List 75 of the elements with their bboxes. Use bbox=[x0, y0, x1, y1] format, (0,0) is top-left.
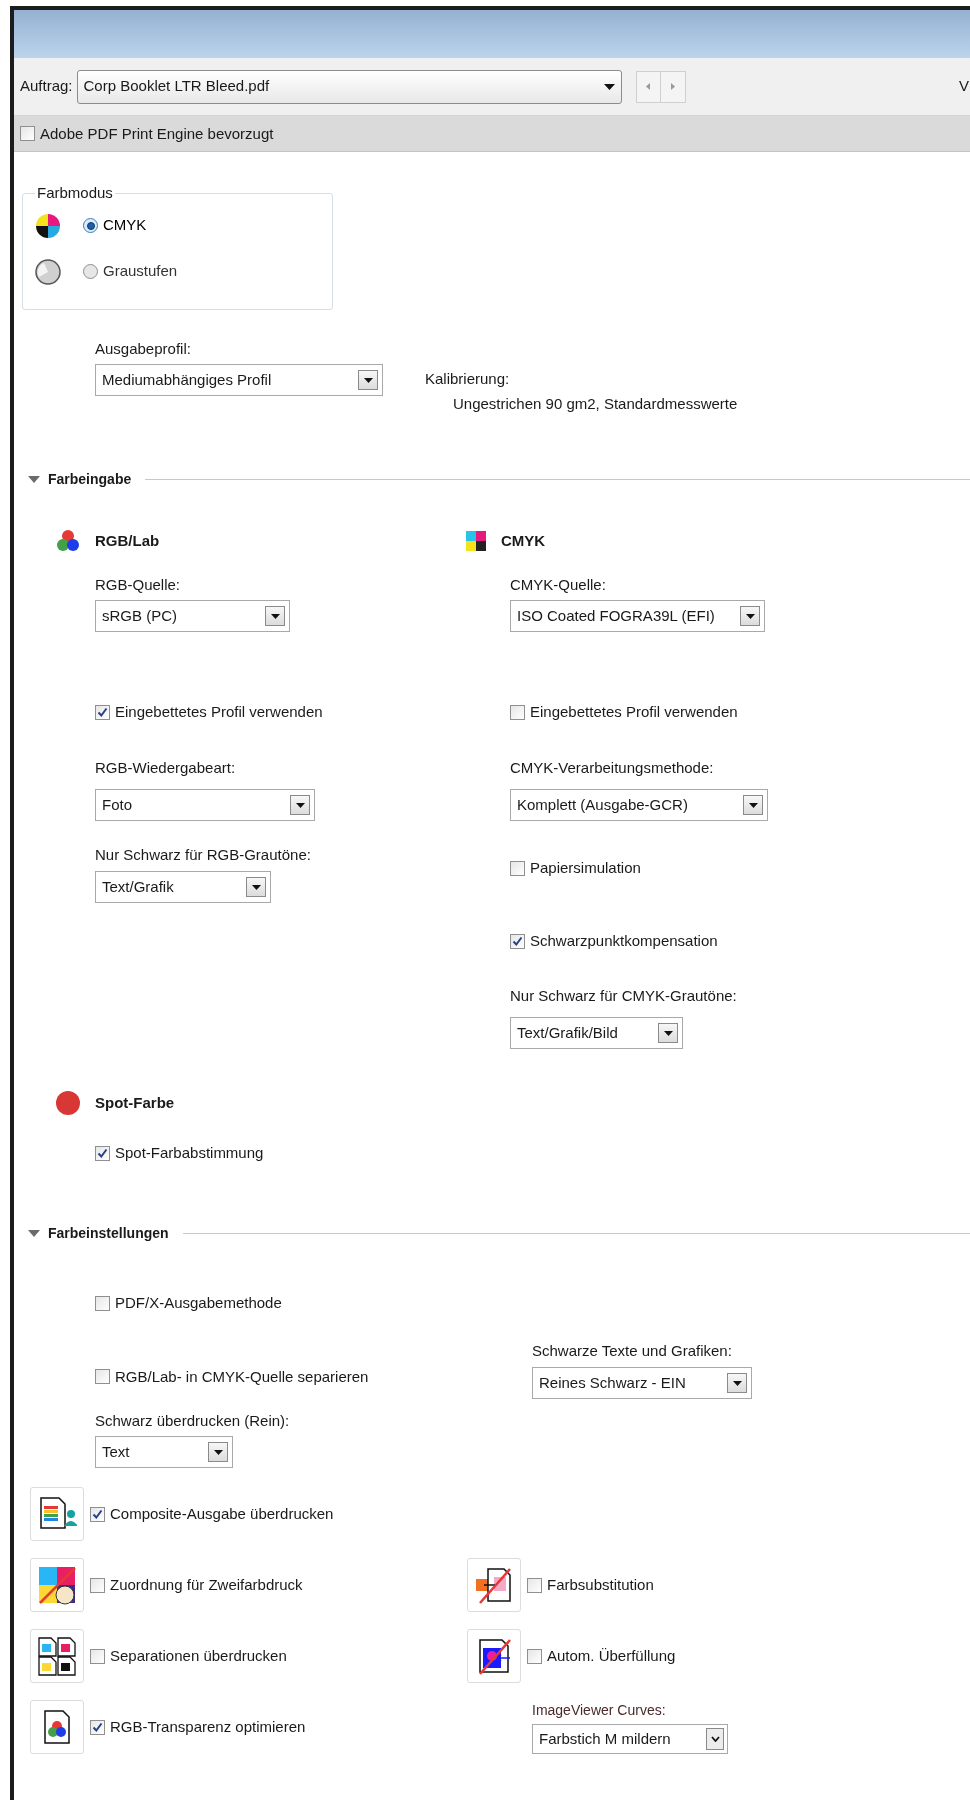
field-label: Nur Schwarz für RGB-Grautöne: bbox=[95, 845, 312, 865]
section-title: Farbeinstellungen bbox=[48, 1224, 169, 1243]
job-dropdown[interactable]: Corp Booklet LTR Bleed.pdf bbox=[76, 69, 622, 104]
caret-icon bbox=[295, 802, 305, 808]
checkbox[interactable]: RGB/Lab- in CMYK-Quelle separieren bbox=[95, 1354, 369, 1399]
caret-icon bbox=[603, 83, 615, 90]
caret-icon bbox=[363, 377, 373, 383]
four-documents-icon bbox=[37, 1636, 77, 1676]
color-wheel-icon bbox=[35, 212, 61, 239]
group-title: RGB/Lab bbox=[95, 530, 160, 551]
collapse-triangle-icon[interactable] bbox=[28, 1229, 40, 1238]
cmyk-squares-icon bbox=[465, 530, 487, 552]
caret-icon bbox=[663, 1030, 673, 1036]
field-label: Schwarze Texte und Grafiken: bbox=[532, 1341, 733, 1361]
cut-label: V bbox=[959, 76, 970, 97]
caret-icon bbox=[270, 613, 280, 619]
left-arrow-icon bbox=[646, 83, 651, 90]
checkmark-icon bbox=[92, 1508, 103, 1520]
field-label: RGB-Quelle: bbox=[95, 575, 182, 595]
checkmark-icon bbox=[92, 1721, 103, 1733]
checkbox[interactable]: Eingebettetes Profil verwenden bbox=[95, 702, 323, 722]
field-label: RGB-Wiedergabeart: bbox=[95, 758, 237, 778]
checkbox[interactable]: Schwarzpunktkompensation bbox=[510, 931, 718, 951]
caret-icon bbox=[251, 884, 261, 890]
field-label: CMYK-Quelle: bbox=[510, 575, 607, 595]
collapse-triangle-icon[interactable] bbox=[28, 475, 40, 484]
dropdown[interactable]: Reines Schwarz - EIN bbox=[532, 1367, 752, 1399]
dropdown[interactable]: Text bbox=[95, 1436, 233, 1468]
caret-icon bbox=[745, 613, 755, 619]
right-arrow-icon bbox=[670, 83, 675, 90]
field-label: ImageViewer Curves: bbox=[532, 1701, 667, 1720]
caret-icon bbox=[748, 802, 758, 808]
dropdown[interactable]: Foto bbox=[95, 789, 315, 821]
checkmark-icon bbox=[97, 1147, 108, 1159]
caret-icon bbox=[732, 1380, 742, 1386]
field-label: CMYK-Verarbeitungsmethode: bbox=[510, 758, 715, 778]
checkbox[interactable]: Zuordnung für Zweifarbdruck bbox=[90, 1575, 303, 1595]
color-substitution-icon bbox=[474, 1565, 514, 1605]
checkbox[interactable]: Composite-Ausgabe überdrucken bbox=[90, 1504, 334, 1524]
dropdown[interactable]: Farbstich M mildern bbox=[532, 1724, 728, 1754]
checkbox[interactable]: Farbsubstitution bbox=[527, 1575, 654, 1595]
radio-button[interactable]: Graustufen bbox=[81, 260, 180, 283]
rgb-circles-icon bbox=[55, 528, 81, 554]
job-label: Auftrag: bbox=[20, 76, 73, 97]
checkbox[interactable]: Separationen überdrucken bbox=[90, 1646, 287, 1666]
field-label: Schwarz überdrucken (Rein): bbox=[95, 1411, 291, 1431]
disc-icon bbox=[35, 258, 61, 285]
checkmark-icon bbox=[97, 706, 108, 718]
dropdown[interactable]: sRGB (PC) bbox=[95, 600, 290, 632]
radio-button[interactable]: CMYK bbox=[81, 214, 149, 237]
field-label: Ausgabeprofil: bbox=[95, 339, 192, 359]
checkbox[interactable]: Eingebettetes Profil verwenden bbox=[510, 702, 738, 722]
caret-icon bbox=[213, 1449, 223, 1455]
checkbox[interactable]: RGB-Transparenz optimieren bbox=[90, 1717, 306, 1737]
calibration-value: Ungestrichen 90 gm2, Standardmesswerte bbox=[453, 394, 738, 414]
group-title: CMYK bbox=[501, 530, 546, 551]
dropdown[interactable]: Text/Grafik bbox=[95, 871, 271, 903]
chevron-down-icon bbox=[710, 1736, 720, 1742]
spot-color-icon bbox=[55, 1090, 81, 1116]
duotone-palette-icon bbox=[37, 1565, 77, 1605]
checkbox[interactable]: Adobe PDF Print Engine bevorzugt bbox=[20, 123, 274, 144]
field-label: Kalibrierung: bbox=[425, 369, 511, 389]
dropdown[interactable]: ISO Coated FOGRA39L (EFI) bbox=[510, 600, 765, 632]
dropdown[interactable]: Komplett (Ausgabe-GCR) bbox=[510, 789, 768, 821]
dropdown[interactable]: Mediumabhängiges Profil bbox=[95, 364, 383, 396]
checkbox[interactable]: Papiersimulation bbox=[510, 858, 641, 878]
checkbox[interactable]: PDF/X-Ausgabemethode bbox=[95, 1293, 282, 1313]
group-title: Spot-Farbe bbox=[95, 1092, 175, 1113]
group-title: Farbmodus bbox=[36, 183, 114, 203]
field-label: Nur Schwarz für CMYK-Grautöne: bbox=[510, 986, 738, 1006]
checkbox[interactable]: Spot-Farbabstimmung bbox=[95, 1143, 264, 1163]
dropdown[interactable]: Text/Grafik/Bild bbox=[510, 1017, 683, 1049]
checkmark-icon bbox=[512, 935, 523, 947]
section-title: Farbeingabe bbox=[48, 470, 132, 489]
checkbox[interactable]: Autom. Überfüllung bbox=[527, 1646, 676, 1666]
